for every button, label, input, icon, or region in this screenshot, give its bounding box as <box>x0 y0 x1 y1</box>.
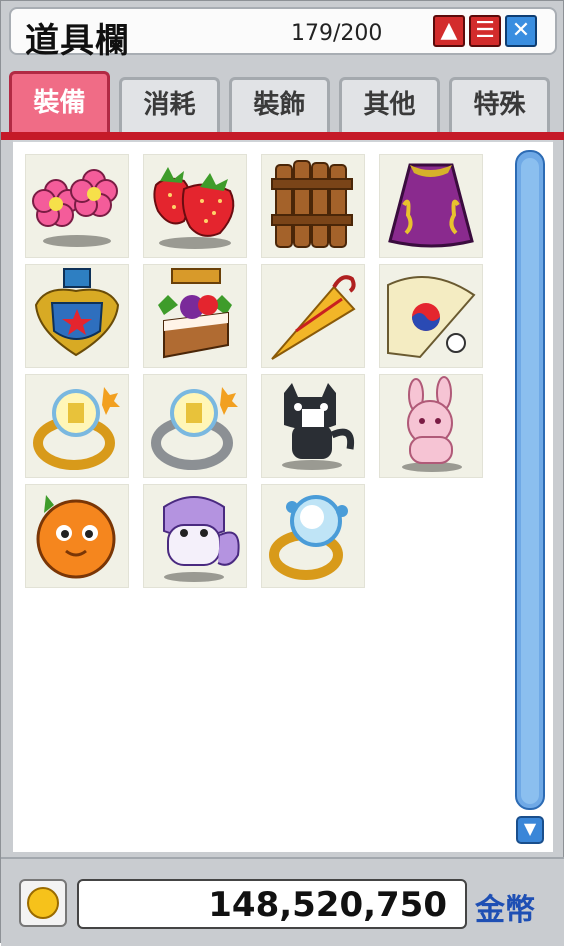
flower-icon <box>32 169 118 247</box>
cake-icon <box>158 268 232 359</box>
item-slot[interactable] <box>261 484 365 588</box>
title-bar: 道具欄 179/200 ▲ ☰ ✕ <box>9 7 557 61</box>
tab-equipment[interactable]: 裝備 <box>9 71 110 133</box>
inventory-window: 道具欄 179/200 ▲ ☰ ✕ 裝備 消耗 裝飾 其他 特殊 ▼ 148,5… <box>0 0 564 946</box>
scrollbar[interactable]: ▼ <box>515 150 545 846</box>
tab-consumable[interactable]: 消耗 <box>119 77 220 133</box>
coin-face <box>27 887 59 919</box>
expand-icon: ✕ <box>511 18 531 43</box>
silver-ring-icon <box>151 387 238 470</box>
currency-label: 金幣 <box>475 893 535 928</box>
item-slot[interactable] <box>379 154 483 258</box>
item-slot[interactable] <box>143 154 247 258</box>
item-slot[interactable] <box>143 484 247 588</box>
chevron-down-icon: ▼ <box>523 819 537 838</box>
item-slot[interactable] <box>143 264 247 368</box>
menu-button[interactable]: ☰ <box>469 15 501 47</box>
tab-other[interactable]: 其他 <box>339 77 440 133</box>
item-slot[interactable] <box>379 264 483 368</box>
coin-icon <box>19 879 67 927</box>
item-slot[interactable] <box>25 264 129 368</box>
item-slot[interactable] <box>261 374 365 478</box>
arrow-up-icon: ▲ <box>440 18 458 43</box>
scroll-down-button[interactable]: ▼ <box>516 816 544 844</box>
medal-emblem-icon <box>34 268 120 357</box>
black-cat-icon <box>282 383 355 470</box>
item-slot[interactable] <box>25 154 129 258</box>
gold-ring-icon <box>33 387 120 470</box>
expand-button[interactable]: ✕ <box>505 15 537 47</box>
money-amount: 148,520,750 <box>208 885 447 925</box>
tab-underline <box>1 132 564 140</box>
purple-pet-icon <box>163 496 240 582</box>
item-slot[interactable] <box>379 374 483 478</box>
tab-bar: 裝備 消耗 裝飾 其他 特殊 <box>9 71 557 133</box>
orange-pet-icon <box>36 495 116 579</box>
arrow-up-button[interactable]: ▲ <box>433 15 465 47</box>
strawberry-icon <box>153 167 235 249</box>
fan-icon <box>387 276 476 359</box>
item-slot[interactable] <box>261 154 365 258</box>
item-slot[interactable] <box>25 374 129 478</box>
item-slot[interactable] <box>25 484 129 588</box>
window-title: 道具欄 <box>25 21 130 61</box>
menu-icon: ☰ <box>475 18 495 43</box>
umbrella-icon <box>271 275 356 360</box>
pink-rabbit-icon <box>402 376 462 472</box>
crystal-ring-icon <box>269 495 348 580</box>
scroll-track[interactable] <box>515 150 545 810</box>
item-slot[interactable] <box>261 264 365 368</box>
item-slot[interactable] <box>143 374 247 478</box>
item-grid: ▼ <box>13 140 553 852</box>
money-bar: 148,520,750 金幣 <box>1 857 564 946</box>
purple-cape-icon <box>388 163 474 248</box>
item-count: 179/200 <box>291 21 383 46</box>
tab-decoration[interactable]: 裝飾 <box>229 77 330 133</box>
money-display: 148,520,750 <box>77 879 467 929</box>
scroll-thumb[interactable] <box>521 158 539 804</box>
tab-special[interactable]: 特殊 <box>449 77 550 133</box>
wooden-gate-icon <box>271 160 353 248</box>
